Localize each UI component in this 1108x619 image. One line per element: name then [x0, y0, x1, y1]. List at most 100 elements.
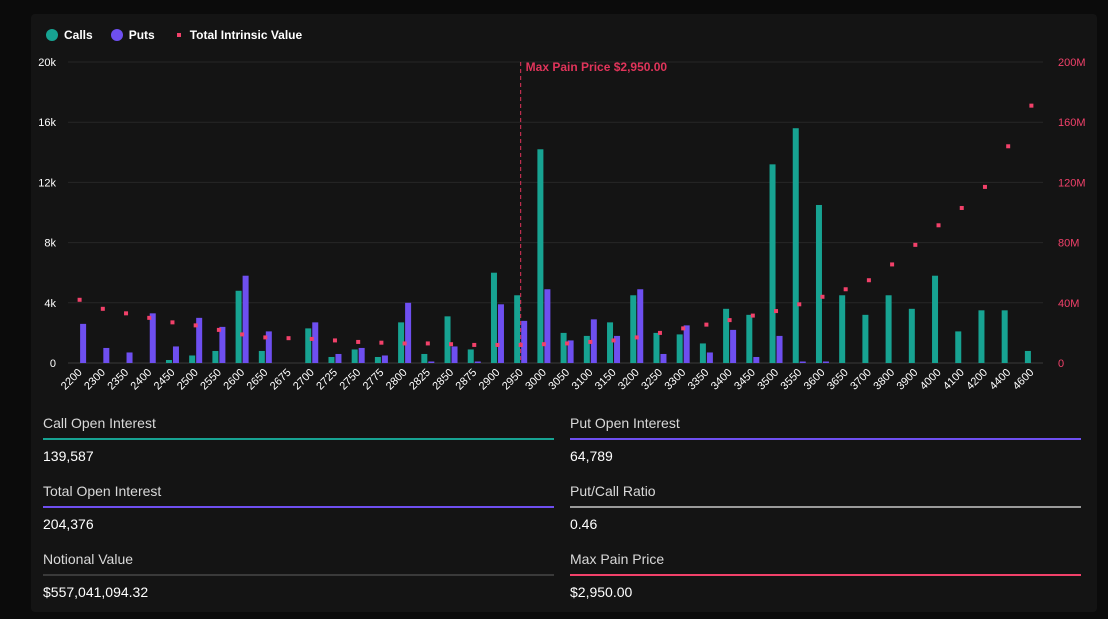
x-tick-label: 3600	[802, 367, 828, 393]
tiv-point	[449, 342, 454, 347]
put-bar	[497, 304, 504, 363]
stat-put-call-ratio: Put/Call Ratio 0.46	[570, 482, 1081, 532]
stat-value: 139,587	[43, 448, 94, 464]
put-bar	[358, 347, 365, 363]
x-tick-label: 2725	[314, 367, 340, 393]
tiv-point	[170, 320, 175, 325]
tiv-point	[379, 340, 384, 345]
put-bar	[335, 353, 342, 363]
tiv-point	[750, 313, 755, 318]
put-bar	[706, 352, 713, 363]
options-oi-panel: Calls Puts Total Intrinsic Value 0 4k 8k 12…	[31, 14, 1097, 612]
x-tick-label: 3800	[871, 367, 897, 393]
y-left-tick-label: 4k	[44, 298, 56, 310]
tiv-point	[263, 335, 268, 340]
call-bar	[769, 164, 776, 363]
y-right-tick-label: 200M	[1058, 57, 1086, 69]
x-tick-label: 3000	[523, 367, 549, 393]
call-bar	[165, 359, 172, 363]
call-bar	[258, 350, 265, 363]
call-bar	[607, 322, 614, 363]
x-tick-label: 2200	[59, 367, 85, 393]
x-tick-label: 3250	[639, 367, 665, 393]
tiv-point	[472, 342, 477, 347]
stat-label: Max Pain Price	[570, 551, 665, 567]
put-bar	[381, 355, 388, 363]
call-bar	[908, 308, 915, 363]
call-bar	[630, 295, 637, 363]
open-interest-chart: 0 4k 8k 12k 16k 20k 0 40M 80M 120M 160M 200M 2200230…	[38, 57, 1086, 393]
tiv-point	[634, 335, 639, 340]
tiv-point	[193, 323, 198, 328]
call-bar	[421, 353, 428, 363]
call-bar	[235, 290, 242, 363]
x-tick-label: 4100	[941, 367, 967, 393]
put-bar	[776, 335, 783, 363]
tiv-point	[1006, 144, 1011, 149]
stat-divider	[570, 438, 1081, 440]
x-tick-label: 3450	[732, 367, 758, 393]
tiv-point	[541, 342, 546, 347]
put-bar	[753, 356, 760, 363]
tiv-point	[866, 278, 871, 283]
tiv-point	[727, 318, 732, 323]
y-left-tick-label: 20k	[38, 57, 56, 69]
x-tick-label: 3650	[825, 367, 851, 393]
call-bar	[815, 204, 822, 363]
stat-divider	[43, 438, 554, 440]
x-tick-label: 2550	[198, 367, 224, 393]
x-tick-label: 2700	[291, 367, 317, 393]
stat-max-pain-price: Max Pain Price $2,950.00	[570, 550, 1081, 600]
put-bar	[219, 326, 226, 363]
put-bar	[126, 352, 133, 363]
x-tick-label: 3300	[663, 367, 689, 393]
x-tick-label: 2450	[152, 367, 178, 393]
put-bar	[242, 275, 249, 363]
x-tick-label: 4000	[918, 367, 944, 393]
tiv-point	[77, 297, 82, 302]
put-bar	[451, 346, 458, 363]
x-tick-label: 2400	[129, 367, 155, 393]
put-bar	[730, 329, 737, 363]
call-bar	[467, 349, 474, 363]
tiv-point	[890, 262, 895, 267]
put-bar	[822, 361, 829, 363]
tiv-point	[820, 294, 825, 299]
put-bar	[80, 323, 87, 363]
tiv-point	[936, 223, 941, 228]
call-bar	[699, 343, 706, 363]
tiv-point	[124, 311, 129, 316]
tiv-point	[588, 339, 593, 344]
stat-value: 204,376	[43, 516, 94, 532]
x-tick-label: 2750	[338, 367, 364, 393]
put-bar	[172, 346, 179, 363]
stat-label: Call Open Interest	[43, 415, 156, 431]
y-right-tick-label: 120M	[1058, 177, 1086, 189]
call-bar	[885, 295, 892, 363]
tiv-point	[959, 205, 964, 210]
tiv-point	[147, 315, 152, 320]
stat-divider	[43, 574, 554, 576]
y-left-tick-label: 12k	[38, 177, 56, 189]
tiv-point	[356, 339, 361, 344]
call-bar	[351, 349, 358, 363]
stat-label: Notional Value	[43, 551, 134, 567]
tiv-point	[332, 338, 337, 343]
x-tick-label: 2350	[105, 367, 131, 393]
call-bar	[676, 334, 683, 363]
tiv-point	[797, 302, 802, 307]
stat-label: Put/Call Ratio	[570, 483, 656, 499]
x-tick-label: 3150	[593, 367, 619, 393]
x-tick-label: 2300	[82, 367, 108, 393]
tiv-point	[100, 306, 105, 311]
call-bar	[305, 328, 312, 363]
x-tick-label: 3700	[848, 367, 874, 393]
tiv-point	[982, 184, 987, 189]
stat-call-open-interest: Call Open Interest 139,587	[43, 414, 554, 464]
call-bar	[1024, 350, 1031, 363]
stat-value: $557,041,094.32	[43, 584, 149, 600]
call-bar	[444, 316, 451, 363]
y-left-tick-label: 16k	[38, 117, 56, 129]
x-tick-label: 3400	[709, 367, 735, 393]
call-bar	[189, 355, 196, 363]
